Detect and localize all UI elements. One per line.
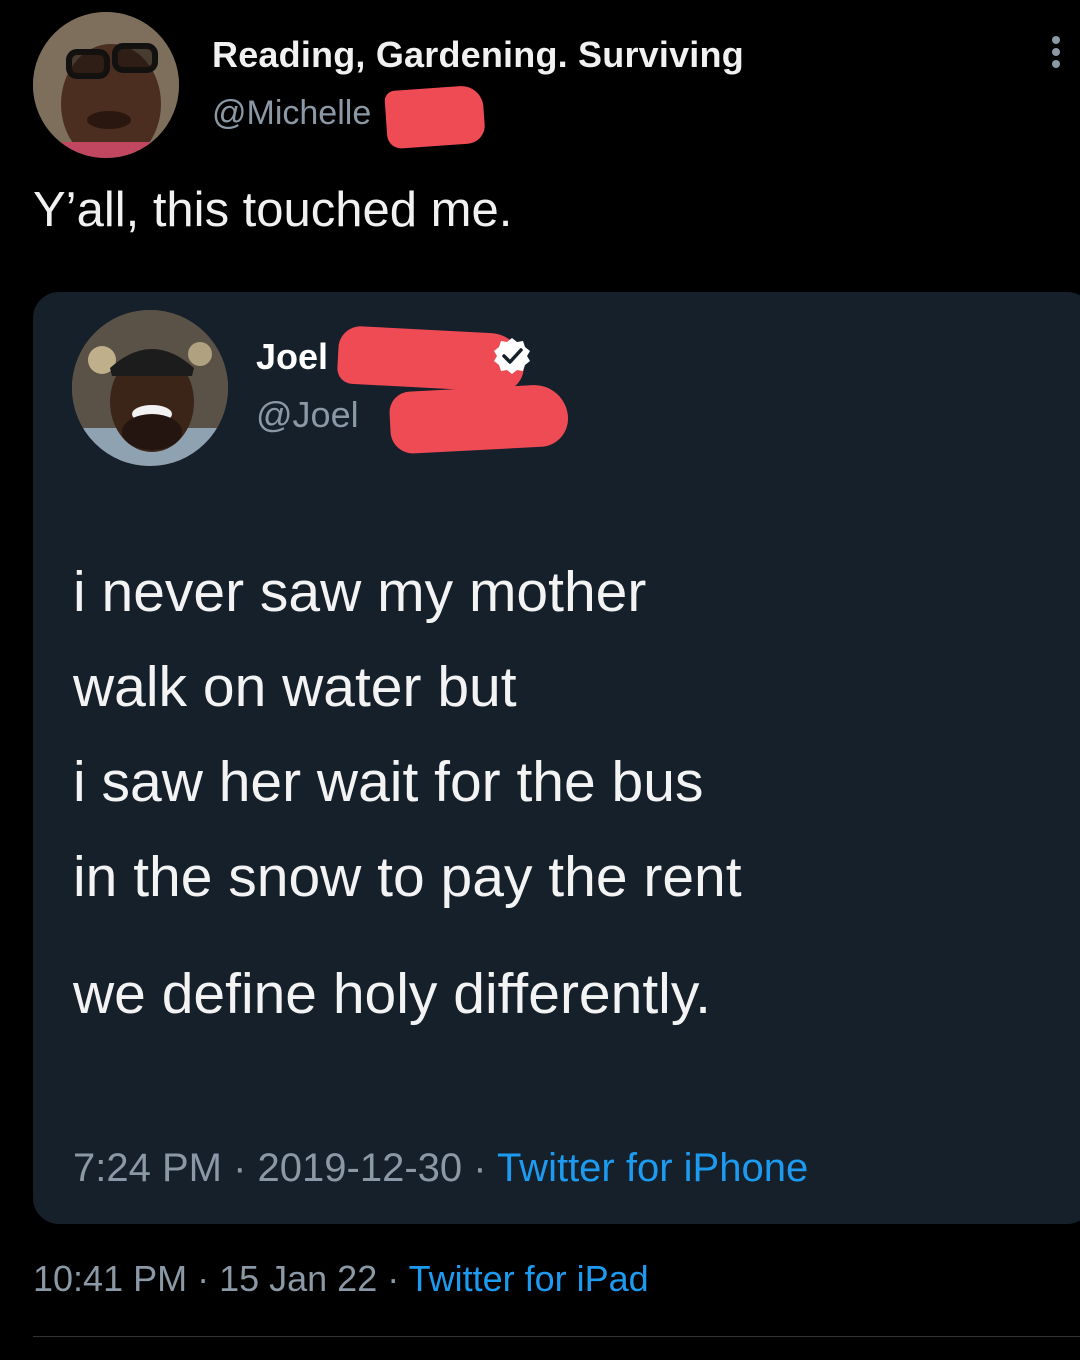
tweet-time: 10:41 PM: [33, 1258, 188, 1299]
quoted-tweet-line: i saw her wait for the bus: [73, 750, 704, 814]
quoted-tweet-source-link[interactable]: Twitter for iPhone: [497, 1146, 808, 1190]
tweet-source-link[interactable]: Twitter for iPad: [409, 1258, 649, 1299]
tweet-text: Y’all, this touched me.: [33, 183, 513, 237]
redaction-mark: [388, 383, 570, 455]
verified-badge-icon: [492, 336, 532, 376]
meta-separator: ·: [462, 1146, 497, 1190]
quoted-author-display-name[interactable]: Joel: [256, 336, 328, 378]
tweet-meta: 10:41 PM · 15 Jan 22 · Twitter for iPad: [33, 1258, 649, 1300]
redaction-mark: [384, 84, 486, 150]
divider: [33, 1336, 1080, 1337]
meta-separator: ·: [221, 1146, 258, 1190]
quoted-tweet-line: walk on water but: [73, 655, 517, 719]
quoted-tweet-text: i never saw my mother walk on water but …: [73, 545, 973, 1042]
quoted-tweet-line: in the snow to pay the rent: [73, 845, 742, 909]
author-avatar[interactable]: [33, 12, 179, 158]
author-display-name[interactable]: Reading, Gardening. Surviving: [212, 34, 744, 76]
quoted-tweet-time: 7:24 PM: [73, 1146, 222, 1190]
meta-separator: ·: [377, 1258, 409, 1299]
quoted-tweet-meta: 7:24 PM · 2019-12-30 · Twitter for iPhon…: [73, 1146, 808, 1191]
quoted-tweet-line: we define holy differently.: [73, 962, 711, 1026]
quoted-tweet-date: 2019-12-30: [257, 1146, 463, 1190]
quoted-tweet-line: i never saw my mother: [73, 560, 647, 624]
meta-separator: ·: [187, 1258, 220, 1299]
quoted-author-handle[interactable]: @Joel: [256, 394, 359, 436]
author-avatar-image: [33, 12, 179, 158]
more-icon[interactable]: [1046, 36, 1066, 76]
quoted-author-avatar-image: [72, 310, 228, 466]
tweet-date: 15 Jan 22: [219, 1258, 378, 1299]
quoted-author-avatar[interactable]: [72, 310, 228, 466]
author-handle[interactable]: @Michelle: [212, 94, 371, 133]
